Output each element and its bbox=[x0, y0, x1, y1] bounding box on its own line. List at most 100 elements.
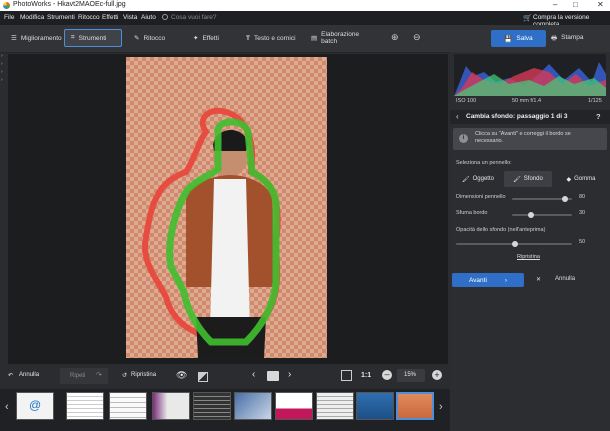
tab-label: Ritocco bbox=[143, 34, 166, 42]
thumbnail[interactable]: @ bbox=[16, 392, 54, 420]
undo-label: Annulla bbox=[19, 372, 40, 378]
main-toolbar: ☰ Miglioramento ⌗ Strumenti ✎ Ritocco ✦ … bbox=[0, 25, 610, 53]
right-panel: ISO 100 50 mm f/1.4 1/125 ‹ Cambia sfond… bbox=[450, 52, 610, 431]
reset-link[interactable]: Ripristina bbox=[517, 254, 540, 260]
tab-miglioramento[interactable]: ☰ Miglioramento bbox=[5, 29, 65, 47]
menu-strumenti[interactable]: Strumenti bbox=[47, 14, 75, 21]
tab-effetti[interactable]: ✦ Effetti bbox=[187, 29, 237, 47]
cancel-label: Annulla bbox=[555, 276, 576, 282]
prev-photo-button[interactable]: ‹ bbox=[252, 369, 255, 380]
cancel-button[interactable]: ✕ Annulla bbox=[536, 276, 575, 283]
tab-elaborazione-batch[interactable]: ▤ Elaborazione batch bbox=[305, 29, 379, 47]
zoom-field[interactable]: 15% bbox=[397, 369, 425, 382]
restore-button[interactable]: ↺ Ripristina bbox=[122, 372, 156, 379]
chevron-right-icon: › bbox=[504, 276, 508, 284]
menu-vista[interactable]: Vista bbox=[123, 14, 137, 21]
eye-icon[interactable]: 👁 bbox=[176, 370, 187, 381]
back-arrow-icon[interactable]: ‹ bbox=[456, 112, 459, 121]
histogram bbox=[454, 54, 606, 96]
menu-modifica[interactable]: Modifica bbox=[20, 14, 44, 21]
crop-icon: ⌗ bbox=[71, 34, 75, 41]
filmstrip-prev-button[interactable]: ‹ bbox=[5, 401, 9, 413]
menu-bar: File Modifica Strumenti Ritocco Effetti … bbox=[0, 11, 610, 28]
tab-ritocco[interactable]: ✎ Ritocco bbox=[128, 29, 180, 47]
menu-effetti[interactable]: Effetti bbox=[102, 14, 119, 21]
brush-size-slider[interactable] bbox=[512, 196, 572, 202]
thumbnail[interactable] bbox=[193, 392, 231, 420]
app-logo-icon bbox=[3, 2, 10, 9]
brush-gomma-button[interactable]: ◆ Gomma bbox=[556, 171, 606, 187]
filmstrip-next-button[interactable]: › bbox=[439, 401, 443, 413]
wizard-title: Cambia sfondo: passaggio 1 di 3 bbox=[466, 113, 568, 120]
save-button[interactable]: 💾 Salva bbox=[491, 30, 546, 47]
sliders-icon: ☰ bbox=[11, 35, 17, 42]
info-icon: i bbox=[459, 134, 468, 143]
photo-preview[interactable] bbox=[126, 57, 327, 358]
opacity-label: Opacità dello sfondo (nell'anteprima) bbox=[456, 227, 546, 233]
zoom-1to1-button[interactable]: 1:1 bbox=[361, 372, 371, 379]
thumbnail[interactable] bbox=[66, 392, 104, 420]
histogram-chart bbox=[454, 62, 606, 96]
brush-oggetto-button[interactable]: 🖌 Oggetto bbox=[454, 171, 502, 187]
undo-icon: ↶ bbox=[8, 373, 14, 379]
info-box: i Clicca su "Avanti" e correggi il bordo… bbox=[453, 128, 607, 150]
tab-label: Strumenti bbox=[78, 34, 107, 42]
next-photo-button[interactable]: › bbox=[288, 369, 291, 380]
photo-view-icon[interactable] bbox=[267, 371, 279, 381]
tab-testo-cornici[interactable]: T Testo e cornici bbox=[240, 29, 302, 47]
undo-button[interactable]: ↶ Annulla bbox=[8, 372, 39, 379]
eraser-icon: ◆ bbox=[566, 176, 572, 183]
tab-label: Testo e cornici bbox=[253, 34, 296, 42]
magic-wand-icon: ✦ bbox=[193, 35, 199, 42]
brush-sfondo-button[interactable]: 🖌 Sfondo bbox=[504, 171, 552, 187]
redo-icon: ↷ bbox=[96, 372, 102, 379]
thumbnail-selected[interactable] bbox=[396, 392, 434, 420]
title-bar: PhotoWorks - Hkavt2MAOEc-full.jpg – □ ✕ bbox=[0, 0, 610, 11]
filmstrip: ‹ @ › bbox=[0, 389, 450, 431]
save-label: Salva bbox=[516, 35, 533, 42]
slider-knob[interactable] bbox=[562, 196, 568, 202]
close-button[interactable]: ✕ bbox=[597, 0, 604, 9]
menu-ritocco[interactable]: Ritocco bbox=[78, 14, 100, 21]
menu-aiuto[interactable]: Aiuto bbox=[141, 14, 156, 21]
thumbnail[interactable] bbox=[356, 392, 394, 420]
feather-slider[interactable] bbox=[512, 212, 572, 218]
printer-icon: 🖶 bbox=[551, 35, 558, 42]
brush-label: Sfondo bbox=[523, 176, 543, 182]
tab-strumenti[interactable]: ⌗ Strumenti bbox=[64, 29, 122, 47]
thumbnail[interactable] bbox=[234, 392, 272, 420]
minimize-button[interactable]: – bbox=[553, 0, 557, 9]
feather-label: Sfuma bordo bbox=[456, 210, 488, 216]
brush-icon: ✎ bbox=[134, 35, 140, 42]
zoom-in-button[interactable]: + bbox=[432, 370, 442, 380]
search-input[interactable]: Cosa vuoi fare? bbox=[171, 14, 217, 21]
compare-icon[interactable] bbox=[198, 372, 208, 382]
thumbnail[interactable] bbox=[152, 392, 190, 420]
brush-label: Gomma bbox=[574, 176, 596, 182]
tab-label: Elaborazione batch bbox=[321, 31, 360, 45]
menu-file[interactable]: File bbox=[4, 14, 14, 21]
histogram-shutter: 1/125 bbox=[588, 98, 602, 104]
tab-label: Effetti bbox=[202, 34, 219, 42]
maximize-button[interactable]: □ bbox=[573, 0, 578, 9]
opacity-slider[interactable] bbox=[456, 241, 572, 247]
help-icon[interactable]: ? bbox=[596, 112, 601, 121]
histogram-focal: 50 mm f/1.4 bbox=[512, 98, 542, 104]
thumbnail[interactable] bbox=[109, 392, 147, 420]
thumbnail[interactable] bbox=[316, 392, 354, 420]
left-panel-toggle[interactable]: › › › › bbox=[1, 52, 3, 84]
text-icon: T bbox=[246, 34, 250, 42]
thumbnail[interactable] bbox=[275, 392, 313, 420]
remove-photos-icon[interactable]: ⊖ bbox=[413, 32, 421, 43]
slider-knob[interactable] bbox=[512, 241, 518, 247]
restore-label: Ripristina bbox=[131, 372, 157, 378]
redo-button[interactable]: Ripeti ↷ bbox=[60, 368, 108, 384]
email-icon: @ bbox=[29, 398, 42, 412]
print-button[interactable]: 🖶 Stampa bbox=[551, 34, 584, 45]
feather-value: 30 bbox=[579, 210, 586, 216]
fit-screen-icon[interactable] bbox=[341, 370, 352, 381]
zoom-out-button[interactable]: – bbox=[382, 370, 392, 380]
add-photos-icon[interactable]: ⊕ bbox=[391, 32, 399, 43]
next-button[interactable]: Avanti › bbox=[452, 273, 524, 287]
slider-knob[interactable] bbox=[528, 212, 534, 218]
